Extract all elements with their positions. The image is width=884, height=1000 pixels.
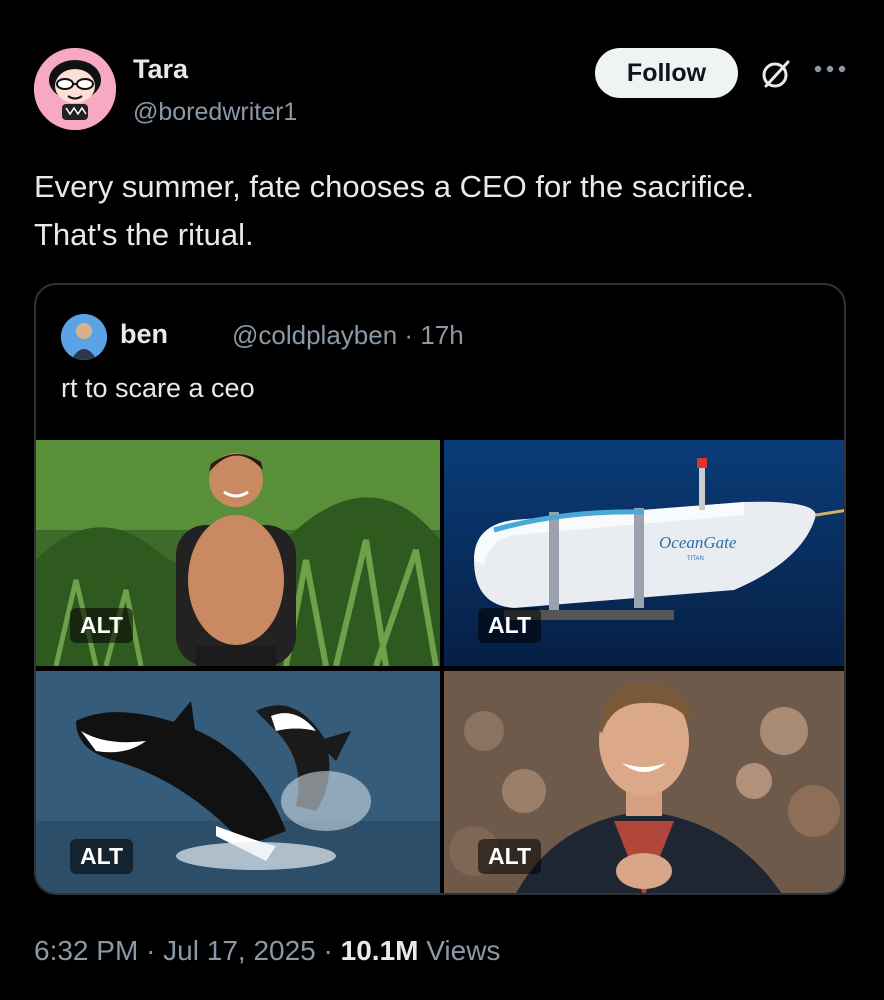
crescent-moon-icon [194,321,222,350]
quoted-tweet[interactable]: ben @coldplayben · 17h rt to scare a ceo [34,283,846,895]
quoted-meta: @coldplayben · 17h [232,320,464,351]
media-tile-singer[interactable]: ALT [444,671,844,893]
author-avatar[interactable] [34,48,116,130]
footer-separator: · [146,935,156,966]
quoted-text: rt to scare a ceo [61,373,255,403]
more-options-icon[interactable] [810,54,850,84]
follow-button[interactable]: Follow [595,48,738,98]
author-handle[interactable]: @boredwriter1 [133,98,297,127]
media-grid: ALT OceanGate TITAN ALT ALT ALT [36,440,844,893]
alt-badge[interactable]: ALT [478,839,542,874]
media-tile-hiker[interactable]: ALT [36,440,440,666]
oceangate-logo: OceanGate [659,533,737,552]
tweet-text: Every summer, fate chooses a CEO for the… [34,169,755,252]
alt-badge[interactable]: ALT [70,608,134,643]
tweet-footer: 6:32 PM · Jul 17, 2025 · 10.1M Views [34,935,500,967]
grok-icon[interactable] [760,58,792,90]
quoted-timestamp[interactable]: 17h [420,320,463,350]
quoted-author-name[interactable]: ben [120,319,168,350]
media-tile-submarine[interactable]: OceanGate TITAN ALT [444,440,844,666]
author-name[interactable]: Tara [133,54,188,85]
alt-badge[interactable]: ALT [478,608,542,643]
views-label: Views [426,935,501,966]
titan-logo: TITAN [687,556,704,562]
tweet-time[interactable]: 6:32 PM [34,935,138,966]
media-tile-orca[interactable]: ALT [36,671,440,893]
meta-separator: · [404,320,414,350]
tweet-date[interactable]: Jul 17, 2025 [163,935,316,966]
tweet-header: Tara @boredwriter1 Follow [34,48,854,132]
footer-separator: · [323,935,333,966]
views-count[interactable]: 10.1M [341,935,419,966]
quoted-author-avatar[interactable] [61,314,107,360]
alt-badge[interactable]: ALT [70,839,134,874]
quoted-author-handle[interactable]: @coldplayben [232,320,397,350]
